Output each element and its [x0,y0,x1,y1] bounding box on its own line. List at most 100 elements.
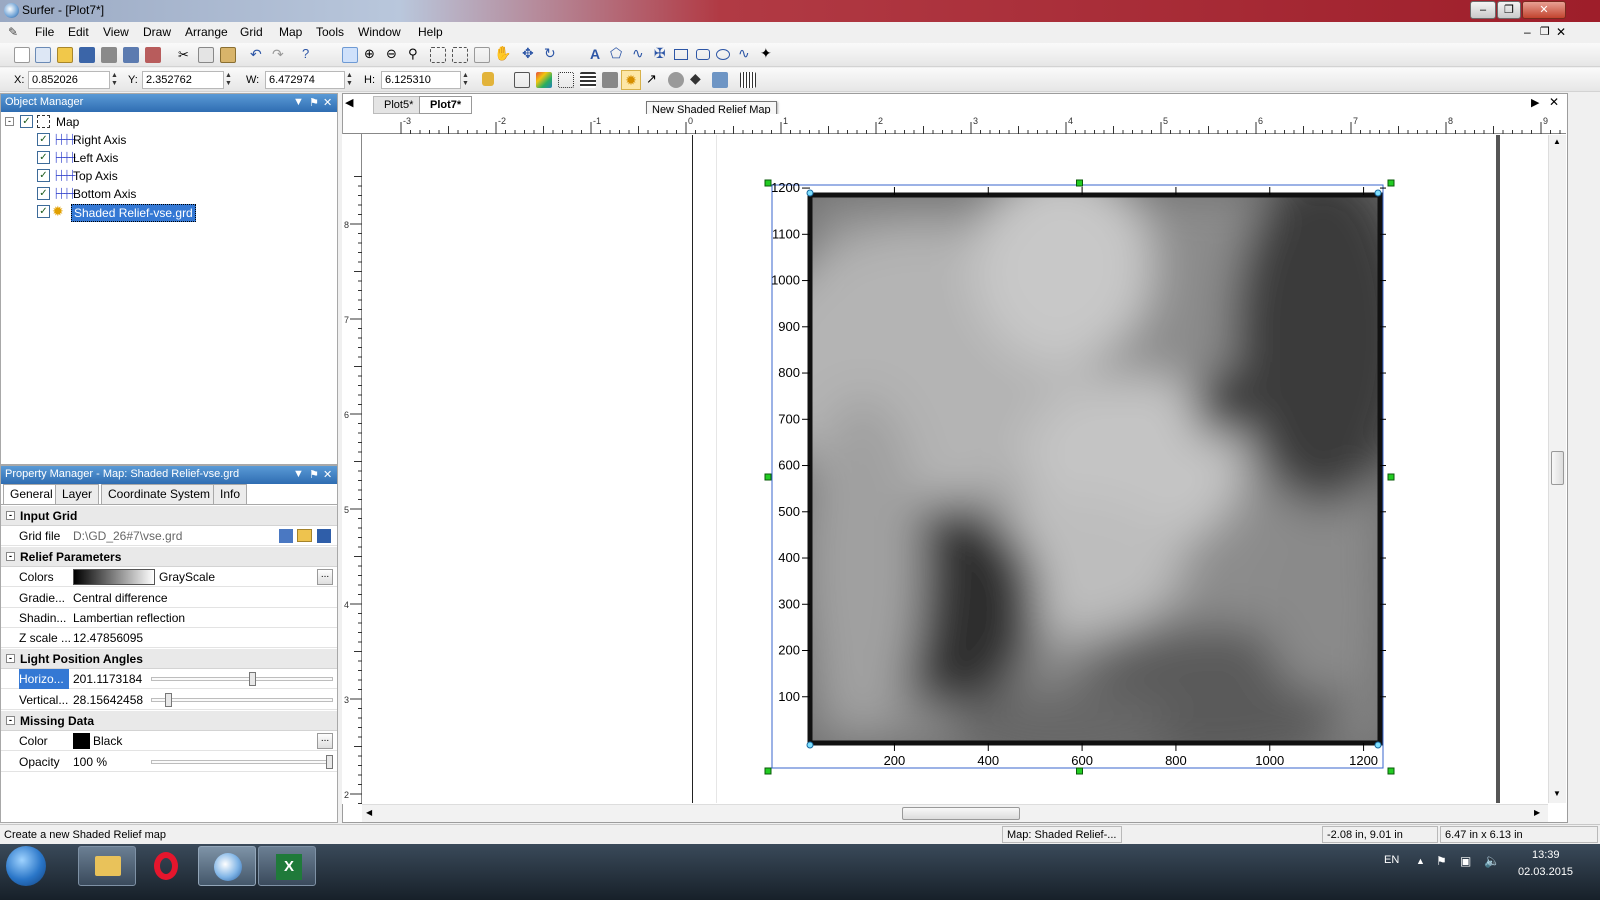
close-doc-icon[interactable]: ✕ [1549,95,1559,109]
post-map-icon[interactable] [558,72,574,88]
right-axis-checkbox[interactable]: ✓ [37,133,50,146]
mdi-minimize-icon[interactable]: – [1524,25,1531,39]
doc-tab-plot5[interactable]: Plot5* [373,96,425,114]
resize-handle[interactable] [1076,767,1083,775]
image-map-icon[interactable] [602,72,618,88]
row-horizontal-angle[interactable]: Horizo... 201.1173184 [1,669,337,689]
horizontal-angle-slider[interactable] [151,677,333,681]
save-icon[interactable] [79,47,95,63]
vertical-angle-value[interactable]: 28.15642458 [73,693,143,707]
opacity-slider[interactable] [151,760,333,764]
restore-button[interactable]: ❐ [1497,1,1521,19]
pan-hand-icon[interactable]: ✋ [494,45,511,62]
clock-date[interactable]: 02.03.2015 [1518,866,1573,878]
new-icon[interactable] [14,47,30,63]
zoom-out-icon[interactable]: ⊖ [386,46,397,62]
scroll-right-icon[interactable]: ▶ [1534,808,1540,817]
rotate-handle[interactable] [1374,189,1382,197]
tab-scroll-right-icon[interactable]: ▶ [1531,96,1539,109]
ellipse-icon[interactable] [716,49,730,60]
rectangle-icon[interactable] [674,49,688,60]
undo-icon[interactable]: ↶ [250,46,262,63]
contour-map-icon[interactable] [536,72,552,88]
close-window-button[interactable]: ✕ [1522,1,1566,19]
resize-handle[interactable] [764,767,772,775]
volume-icon[interactable]: 🔈 [1484,853,1500,869]
import-icon[interactable] [123,47,139,63]
rotate-handle[interactable] [806,189,814,197]
reshape-icon[interactable]: ✦ [760,45,772,62]
black-swatch[interactable] [73,733,90,749]
top-axis-checkbox[interactable]: ✓ [37,169,50,182]
w-spinner[interactable]: ▲ ▼ [345,72,354,88]
excel-taskbar-button[interactable]: X [258,846,316,886]
horizontal-slider-thumb[interactable] [249,672,256,686]
doc-tab-plot7[interactable]: Plot7* [419,96,473,114]
minimize-button[interactable]: – [1470,1,1496,19]
resize-handle[interactable] [1387,767,1395,775]
viewshed-icon[interactable] [712,72,728,88]
rotate-icon[interactable]: ↻ [544,45,556,62]
tree-item-right-axis[interactable]: ✓ ├┼┼┼ Right Axis [37,132,317,150]
panel-close-icon[interactable]: ✕ [323,468,332,481]
surfer-taskbar-button[interactable] [198,846,256,886]
resize-handle[interactable] [764,179,772,187]
lock-aspect-icon[interactable] [482,72,494,86]
action-center-icon[interactable]: ⚑ [1436,854,1447,868]
print-icon[interactable] [101,47,117,63]
plot-canvas[interactable]: 1200 1100 1000 900 800 700 600 500 400 300 200 100 2… [363,135,1548,803]
clock-time[interactable]: 13:39 [1532,849,1560,861]
open-folder-icon[interactable] [297,529,312,542]
new-worksheet-icon[interactable] [35,47,51,63]
tab-info[interactable]: Info [213,484,248,504]
bottom-axis-checkbox[interactable]: ✓ [37,187,50,200]
rotate-handle[interactable] [1374,741,1382,749]
h-field[interactable]: 6.125310 [381,71,461,89]
left-axis-checkbox[interactable]: ✓ [37,151,50,164]
surface-map-icon[interactable]: ◆ [690,70,701,87]
opera-taskbar-button[interactable] [138,846,196,886]
tree-root-map[interactable]: - ✓ Map [5,114,325,132]
base-map-icon[interactable] [514,72,530,88]
panel-close-icon[interactable]: ✕ [323,96,332,109]
shaded-relief-map[interactable]: 1200 1100 1000 900 800 700 600 500 400 300 200 100 2… [363,135,1548,803]
menu-view[interactable]: View [103,25,129,39]
colors-ellipsis-button[interactable]: ... [317,569,333,585]
tree-item-top-axis[interactable]: ✓ ├┼┼┼ Top Axis [37,168,317,186]
vertical-slider-thumb[interactable] [165,693,172,707]
collapse-icon[interactable]: - [6,716,15,725]
row-vertical-angle[interactable]: Vertical... 28.15642458 [1,690,337,710]
resize-handle[interactable] [1387,179,1395,187]
explorer-taskbar-button[interactable] [78,846,136,886]
vertical-scrollbar[interactable]: ▲ ▼ [1548,135,1566,803]
trackball-icon[interactable]: ✥ [522,45,534,62]
menu-file[interactable]: File [35,25,54,39]
menu-map[interactable]: Map [279,25,302,39]
menu-window[interactable]: Window [358,25,401,39]
polygon-icon[interactable]: ⬠ [610,45,622,62]
start-button[interactable] [6,846,46,886]
collapse-icon[interactable]: - [6,654,15,663]
row-colors[interactable]: Colors GrayScale ... [1,567,337,587]
menu-tool-icon[interactable]: ✎ [8,25,24,39]
show-hidden-icons-icon[interactable]: ▲ [1416,856,1425,866]
tree-item-bottom-axis[interactable]: ✓ ├┼┼┼ Bottom Axis [37,186,317,204]
section-relief-parameters[interactable]: - Relief Parameters [1,547,337,567]
cut-icon[interactable]: ✂ [178,47,189,63]
scale-bar-icon[interactable] [740,72,756,88]
text-icon[interactable]: A [590,46,600,62]
shaded-relief-checkbox[interactable]: ✓ [37,205,50,218]
row-grid-file[interactable]: Grid file D:\GD_26#7\vse.grd [1,526,337,546]
mdi-restore-icon[interactable]: ❐ [1540,25,1550,38]
opacity-slider-thumb[interactable] [326,755,333,769]
y-spinner[interactable]: ▲ ▼ [224,72,233,88]
vertical-scroll-thumb[interactable] [1551,451,1564,485]
zoom-page-icon[interactable] [430,47,446,63]
scroll-left-icon[interactable]: ◀ [366,808,372,817]
tree-item-left-axis[interactable]: ✓ ├┼┼┼ Left Axis [37,150,317,168]
horizontal-angle-value[interactable]: 201.1173184 [73,672,142,686]
zoom-rect-icon[interactable]: ⚲ [408,46,418,62]
paste-icon[interactable] [220,47,236,63]
help-pointer-icon[interactable]: ? [302,46,309,61]
panel-pin-icon[interactable]: ⚑ [309,96,319,109]
